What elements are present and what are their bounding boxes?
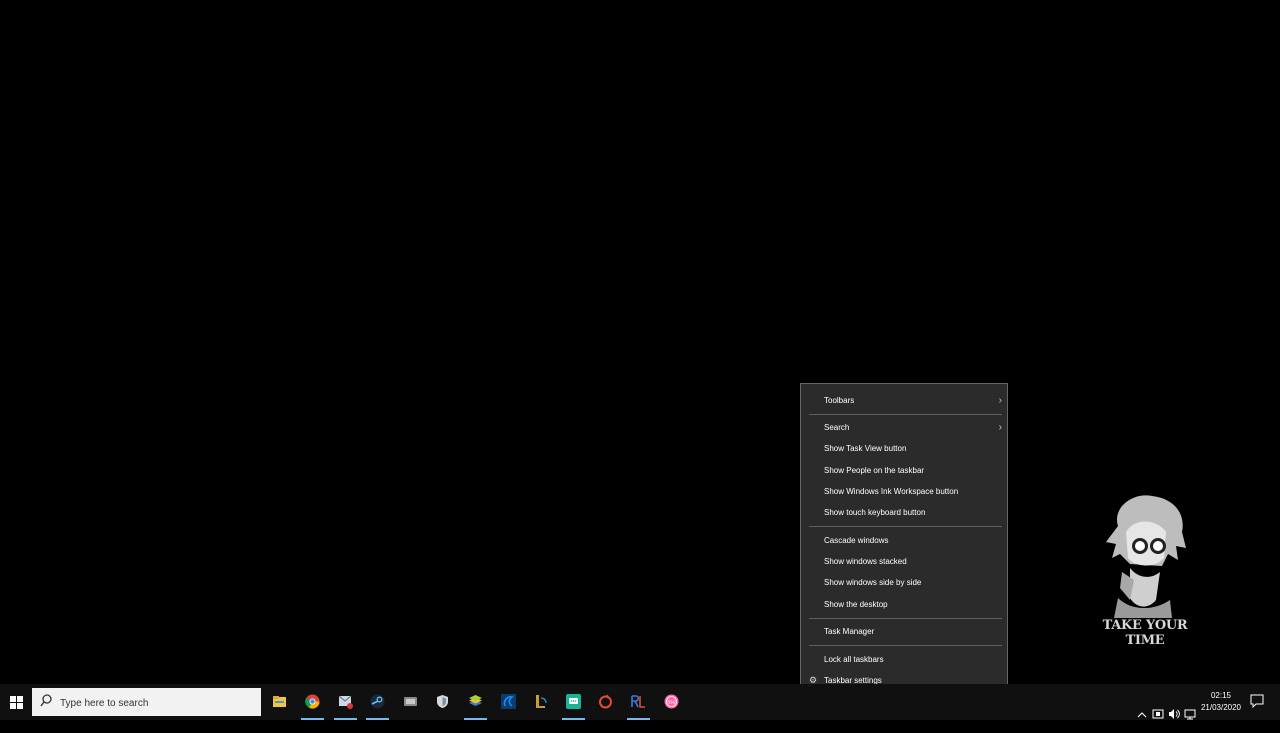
svg-text:osu: osu (667, 700, 675, 706)
menu-item-cascade-windows[interactable]: Cascade windows (801, 530, 1007, 551)
desktop[interactable] (0, 0, 1280, 684)
menu-item-toolbars[interactable]: Toolbars › (801, 390, 1007, 411)
chevron-up-icon[interactable] (1137, 697, 1147, 733)
mail-icon (338, 695, 353, 709)
menu-item-lock-taskbars[interactable]: Lock all taskbars (801, 649, 1007, 670)
league-client-icon (536, 695, 547, 708)
menu-item-label: Show the desktop (824, 600, 888, 609)
chevron-right-icon: › (998, 395, 1002, 406)
menu-item-label: Search (824, 423, 850, 432)
menu-item-label: Task Manager (824, 627, 875, 636)
battlenet-icon (501, 694, 516, 709)
clock-date: 21/03/2020 (1200, 703, 1242, 712)
menu-item-search[interactable]: Search › (801, 417, 1007, 438)
taskbar-app-mail[interactable] (329, 684, 362, 720)
taskbar-app-hardware[interactable] (394, 684, 427, 720)
taskbar-app-league-client[interactable] (524, 684, 557, 720)
menu-item-label: Show windows side by side (824, 578, 922, 587)
menu-item-show-task-view[interactable]: Show Task View button (801, 438, 1007, 459)
shield-app-icon (437, 695, 448, 708)
taskbar-app-chrome[interactable] (296, 684, 329, 720)
taskbar[interactable]: osu 02:15 21/03/2020 (0, 684, 1280, 720)
start-button[interactable] (0, 684, 32, 720)
taskbar-app-chat[interactable] (557, 684, 590, 720)
file-explorer-icon (273, 696, 286, 707)
menu-item-label: Show People on the taskbar (824, 466, 925, 475)
taskbar-app-bluestacks[interactable] (459, 684, 492, 720)
menu-item-windows-stacked[interactable]: Show windows stacked (801, 551, 1007, 572)
osu-icon: osu (664, 694, 679, 709)
menu-item-label: Lock all taskbars (824, 655, 884, 664)
taskbar-app-battlenet[interactable] (492, 684, 525, 720)
rl-app-icon (631, 695, 645, 708)
security-tray-icon[interactable] (1152, 696, 1164, 732)
menu-separator (809, 526, 1002, 527)
chevron-right-icon: › (998, 422, 1002, 433)
menu-item-label: Cascade windows (824, 536, 889, 545)
bluestacks-icon (469, 695, 482, 706)
taskbar-context-menu: Toolbars › Search › Show Task View butto… (800, 383, 1008, 696)
taskbar-app-shield[interactable] (426, 684, 459, 720)
origin-icon (599, 694, 612, 709)
taskbar-clock[interactable]: 02:15 21/03/2020 (1196, 690, 1246, 714)
menu-item-show-touch-keyboard[interactable]: Show touch keyboard button (801, 502, 1007, 523)
menu-separator (809, 645, 1002, 646)
wallpaper-caption: TAKE YOUR TIME (1102, 618, 1188, 648)
menu-item-task-manager[interactable]: Task Manager (801, 621, 1007, 642)
network-icon[interactable] (1184, 696, 1196, 732)
search-icon (40, 694, 52, 707)
menu-item-show-desktop[interactable]: Show the desktop (801, 594, 1007, 615)
chat-app-icon (566, 694, 581, 709)
menu-item-label: Show windows stacked (824, 557, 907, 566)
menu-separator (809, 414, 1002, 415)
taskbar-app-origin[interactable] (589, 684, 622, 720)
taskbar-app-file-explorer[interactable] (263, 684, 296, 720)
menu-item-label: Show Windows Ink Workspace button (824, 487, 959, 496)
hardware-app-icon (404, 697, 417, 706)
taskbar-search-box[interactable] (32, 688, 261, 716)
menu-separator (809, 618, 1002, 619)
taskbar-app-rl[interactable] (622, 684, 655, 720)
taskbar-app-steam[interactable] (361, 684, 394, 720)
windows-logo-icon (9, 695, 23, 709)
menu-item-label: Show Task View button (824, 444, 907, 453)
steam-icon (370, 694, 385, 709)
wallpaper-mascot-image (1106, 495, 1186, 618)
search-input[interactable] (58, 692, 257, 714)
clock-time: 02:15 (1210, 691, 1232, 700)
notification-center-icon[interactable] (1250, 694, 1264, 708)
taskbar-app-osu[interactable]: osu (655, 684, 688, 720)
volume-icon[interactable] (1168, 696, 1180, 732)
chrome-icon (305, 694, 320, 709)
menu-item-label: Show touch keyboard button (824, 508, 926, 517)
menu-item-windows-side-by-side[interactable]: Show windows side by side (801, 572, 1007, 593)
menu-item-label: Toolbars (824, 396, 855, 405)
menu-item-show-people[interactable]: Show People on the taskbar (801, 460, 1007, 481)
menu-item-show-ink-workspace[interactable]: Show Windows Ink Workspace button (801, 481, 1007, 502)
